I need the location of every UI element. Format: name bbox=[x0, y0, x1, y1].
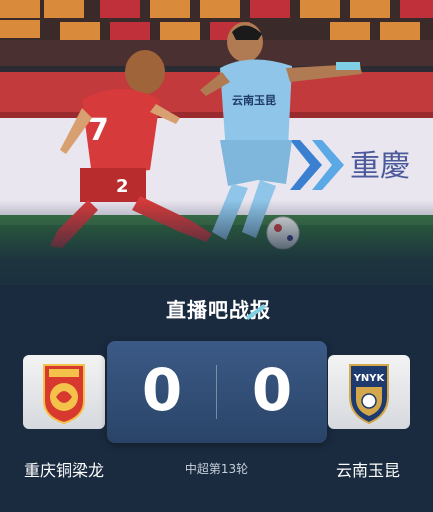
yunnan-yukun-crest-icon: YNYK bbox=[349, 364, 389, 425]
away-shirt-text: 云南玉昆 bbox=[232, 93, 276, 107]
away-score: 0 bbox=[251, 356, 293, 424]
home-score: 0 bbox=[141, 356, 183, 424]
away-team-name[interactable]: 云南玉昆 bbox=[336, 457, 400, 481]
away-logo-text: YNYK bbox=[353, 373, 386, 384]
score-divider bbox=[216, 365, 217, 419]
brand-title: 直播吧战报 bbox=[0, 294, 433, 323]
home-shorts-number: 2 bbox=[116, 176, 129, 197]
banner-text: 重慶 bbox=[350, 149, 410, 184]
home-team-logo-box[interactable] bbox=[23, 355, 105, 429]
score-panel: 0 0 bbox=[107, 341, 327, 443]
chongqing-crest-icon bbox=[43, 364, 85, 425]
away-team-logo-box[interactable]: YNYK bbox=[328, 355, 410, 429]
